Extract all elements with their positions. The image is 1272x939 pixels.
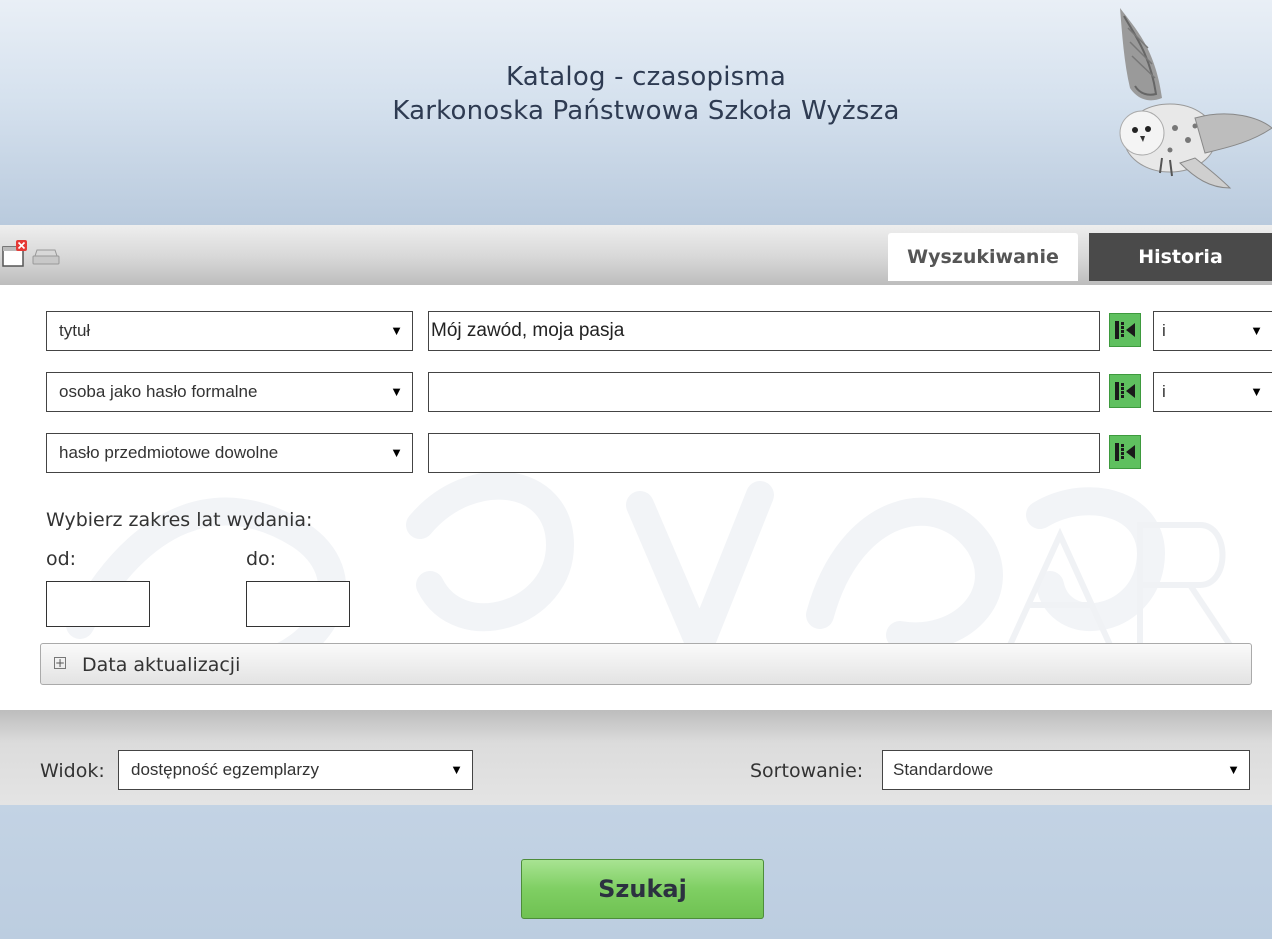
year-to-label: do: (246, 548, 277, 570)
chevron-down-icon: ▼ (390, 323, 403, 338)
index-browse-button-row-1[interactable] (1109, 313, 1141, 347)
chevron-down-icon: ▼ (1250, 323, 1263, 338)
chevron-down-icon: ▼ (390, 384, 403, 399)
view-select[interactable]: dostępność egzemplarzy ▼ (118, 750, 473, 790)
chevron-down-icon: ▼ (390, 445, 403, 460)
title-line-2: Karkonoska Państwowa Szkoła Wyższa (392, 96, 900, 126)
expand-icon: + (54, 656, 66, 670)
title-line-1: Katalog - czasopisma (505, 62, 787, 92)
search-input-row-3[interactable] (428, 433, 1100, 473)
index-browse-icon (1115, 382, 1135, 400)
print-icon[interactable] (32, 248, 60, 266)
tab-historia[interactable]: Historia (1089, 233, 1272, 281)
year-from-label: od: (46, 548, 77, 570)
field-select-row-2-value: osoba jako hasło formalne (59, 382, 258, 401)
field-select-row-3[interactable]: hasło przedmiotowe dowolne ▼ (46, 433, 413, 473)
sort-select[interactable]: Standardowe ▼ (882, 750, 1250, 790)
owl-icon (1119, 8, 1272, 189)
field-select-row-2[interactable]: osoba jako hasło formalne ▼ (46, 372, 413, 412)
search-button[interactable]: Szukaj (521, 859, 764, 919)
update-date-toggle[interactable]: + Data aktualizacji (40, 643, 1252, 685)
search-input-row-2[interactable] (428, 372, 1100, 412)
tab-wyszukiwanie[interactable]: Wyszukiwanie (888, 233, 1078, 281)
field-select-row-3-value: hasło przedmiotowe dowolne (59, 443, 279, 462)
year-to-input[interactable] (246, 581, 350, 627)
sort-label: Sortowanie: (750, 760, 864, 782)
header: Katalog - czasopisma Karkonoska Państwow… (0, 0, 1272, 225)
view-label: Widok: (40, 760, 105, 782)
year-range-label: Wybierz zakres lat wydania: (46, 509, 313, 531)
index-browse-icon (1115, 321, 1135, 339)
operator-select-row-2[interactable]: i ▼ (1153, 372, 1272, 412)
chevron-down-icon: ▼ (1227, 762, 1240, 777)
index-browse-icon (1115, 443, 1135, 461)
view-select-value: dostępność egzemplarzy (131, 760, 320, 779)
toolbar (0, 225, 1272, 285)
chevron-down-icon: ▼ (450, 762, 463, 777)
update-date-label: Data aktualizacji (82, 654, 241, 676)
search-input-row-1[interactable]: Mój zawód, moja pasja (428, 311, 1100, 351)
chevron-down-icon: ▼ (1250, 384, 1263, 399)
year-from-input[interactable] (46, 581, 150, 627)
page-title: Katalog - czasopisma Karkonoska Państwow… (0, 60, 1272, 128)
operator-select-row-1-value: i (1162, 321, 1166, 340)
index-browse-button-row-3[interactable] (1109, 435, 1141, 469)
field-select-row-1-value: tytuł (59, 321, 91, 340)
operator-select-row-1[interactable]: i ▼ (1153, 311, 1272, 351)
operator-select-row-2-value: i (1162, 382, 1166, 401)
index-browse-button-row-2[interactable] (1109, 374, 1141, 408)
new-window-icon[interactable] (2, 240, 28, 268)
field-select-row-1[interactable]: tytuł ▼ (46, 311, 413, 351)
sort-select-value: Standardowe (893, 760, 994, 779)
